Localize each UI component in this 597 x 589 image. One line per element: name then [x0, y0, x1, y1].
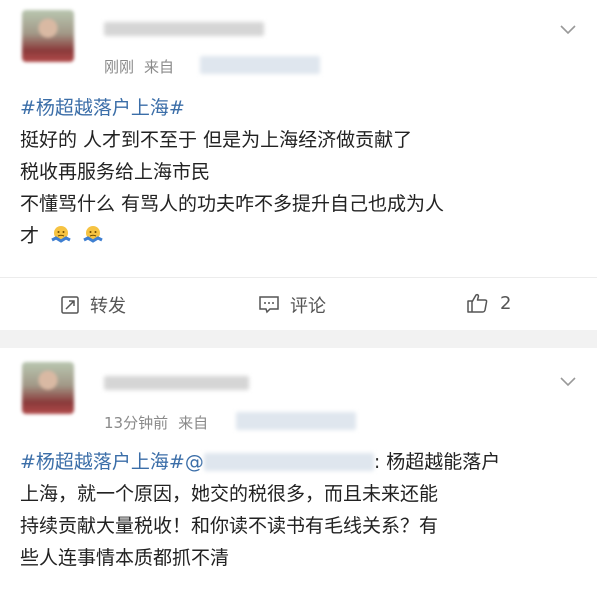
body-line: 才: [20, 225, 40, 247]
body-line: 持续贡献大量税收！和你读不读书有毛线关系？有: [20, 515, 439, 537]
comment-label: 评论: [290, 296, 326, 317]
thumbs-up-icon: [467, 293, 488, 313]
weibo-post: 刚刚 来自 #杨超越落户上海# 挺好的 人才到不至于 但是为上海经济做贡献了 税收…: [0, 0, 597, 330]
chevron-down-icon[interactable]: [559, 372, 577, 390]
post-body: #杨超越落户上海#@ : 杨超越能落户 上海，就一个原因，她交的税很多，而且未来还…: [20, 446, 573, 574]
post-time: 刚刚: [104, 58, 135, 76]
mention-blurred[interactable]: [203, 453, 374, 471]
like-button[interactable]: 2: [466, 292, 511, 314]
mention-link[interactable]: @: [185, 451, 204, 473]
post-body: #杨超越落户上海# 挺好的 人才到不至于 但是为上海经济做贡献了 税收再服务给上…: [20, 92, 573, 252]
avatar[interactable]: [22, 362, 74, 414]
repost-icon: [61, 296, 79, 314]
like-count: 2: [500, 292, 512, 314]
repost-label: 转发: [90, 296, 126, 317]
body-line: 不懂骂什么 有骂人的功夫咋不多提升自己也成为人: [20, 193, 445, 215]
body-line: 挺好的 人才到不至于 但是为上海经济做贡献了: [20, 129, 413, 151]
body-line: : 杨超越能落户: [373, 451, 501, 473]
body-line: 上海，就一个原因，她交的税很多，而且未来还能: [20, 483, 439, 505]
comment-icon: [259, 296, 279, 314]
username-blurred[interactable]: [104, 376, 249, 390]
username-blurred[interactable]: [104, 22, 264, 36]
source-blurred: [200, 56, 320, 74]
post-time: 13分钟前: [104, 414, 169, 432]
body-line: 税收再服务给上海市民: [20, 161, 211, 183]
shrug-emoji-icon: [51, 226, 71, 243]
repost-button[interactable]: 转发: [60, 292, 126, 318]
avatar[interactable]: [22, 10, 74, 62]
chevron-down-icon[interactable]: [559, 20, 577, 38]
post-meta: 13分钟前 来自: [104, 412, 218, 433]
source-prefix: 来自: [178, 414, 209, 432]
body-line: 些人连事情本质都抓不清: [20, 547, 230, 569]
post-divider: [0, 330, 597, 348]
shrug-emoji-icon: [83, 226, 103, 243]
hashtag-link[interactable]: #杨超越落户上海#: [20, 97, 185, 119]
source-prefix: 来自: [144, 58, 175, 76]
comment-button[interactable]: 评论: [258, 292, 326, 318]
action-bar: 转发 评论 2: [0, 277, 597, 331]
hashtag-link[interactable]: #杨超越落户上海#: [20, 451, 185, 473]
post-meta: 刚刚 来自: [104, 56, 184, 77]
source-blurred: [236, 412, 356, 430]
weibo-post: 13分钟前 来自 #杨超越落户上海#@ : 杨超越能落户 上海，就一个原因，她交的税…: [0, 348, 597, 589]
